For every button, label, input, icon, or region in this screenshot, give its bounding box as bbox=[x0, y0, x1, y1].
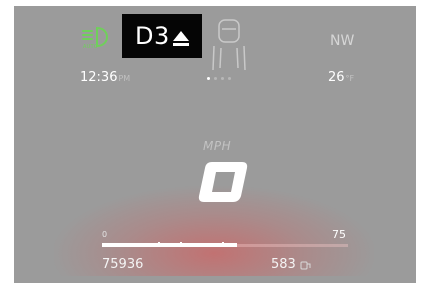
clock-time: 12:36 bbox=[80, 70, 118, 85]
power-tick bbox=[180, 242, 182, 246]
power-tick bbox=[158, 242, 160, 246]
page-dot bbox=[228, 77, 231, 80]
odometer: 75936 bbox=[102, 257, 144, 272]
page-dot bbox=[221, 77, 224, 80]
clock-period: PM bbox=[118, 74, 131, 83]
instrument-cluster: AUTO D3 NW 12:36PM 26°F MPH 0 0 75 75936 bbox=[14, 6, 416, 283]
page-dot bbox=[214, 77, 217, 80]
power-meter bbox=[102, 242, 348, 248]
fuel-range: 583 bbox=[271, 257, 312, 272]
temperature-value: 26 bbox=[328, 70, 345, 85]
power-scale-min: 0 bbox=[102, 230, 108, 239]
temperature-unit: °F bbox=[345, 74, 355, 83]
fuel-range-icon bbox=[300, 261, 311, 269]
speedometer-digit: 0 bbox=[198, 162, 248, 202]
power-scale-max: 75 bbox=[332, 228, 346, 241]
page-dot bbox=[207, 77, 210, 80]
range-value: 583 bbox=[271, 257, 296, 272]
compass-heading: NW bbox=[330, 33, 355, 49]
page-margin bbox=[416, 0, 430, 283]
power-fill bbox=[102, 243, 238, 247]
clock: 12:36PM bbox=[80, 70, 130, 85]
car-lanes-icon bbox=[212, 19, 246, 71]
page-indicator bbox=[207, 77, 231, 83]
headlight-auto-label: AUTO bbox=[83, 44, 98, 50]
outside-temperature: 26°F bbox=[328, 70, 354, 85]
gear-value: D3 bbox=[135, 22, 170, 50]
arrow-up-icon bbox=[173, 31, 189, 46]
speed-unit: MPH bbox=[203, 139, 232, 153]
power-tick bbox=[222, 242, 224, 246]
